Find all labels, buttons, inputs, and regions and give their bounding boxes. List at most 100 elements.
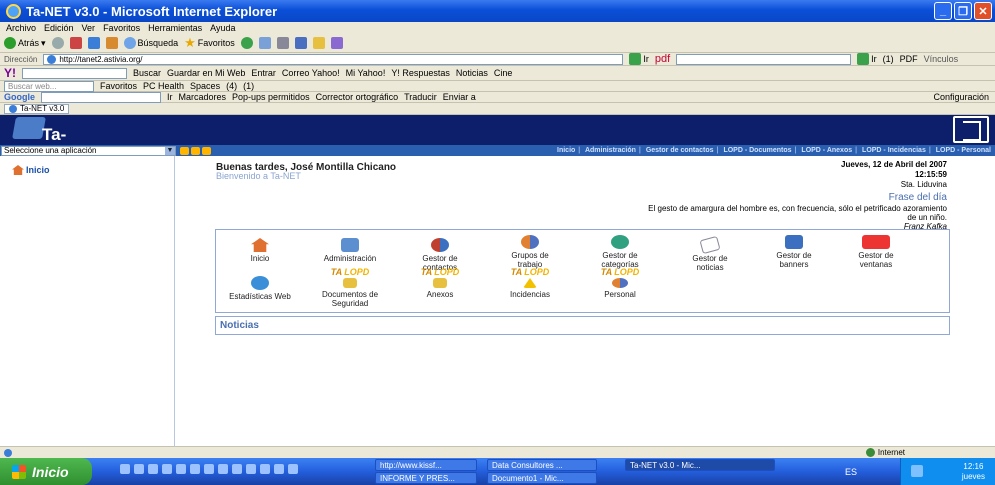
nav-lopd-incidencias[interactable]: LOPD - Incidencias — [862, 147, 926, 154]
tile-incidencias[interactable]: TA LOPD Incidencias — [498, 268, 562, 300]
forward-arrow-icon[interactable] — [51, 37, 64, 49]
taskbar-item[interactable]: http://www.kissf... — [375, 459, 477, 471]
tile-administracion[interactable]: Administración — [318, 238, 382, 263]
links-label[interactable]: Vínculos — [924, 54, 959, 64]
news-button[interactable]: Noticias — [456, 68, 488, 78]
sidebar-item-inicio[interactable]: Inicio — [12, 165, 50, 175]
google-settings-button[interactable]: Configuración — [933, 92, 989, 102]
back-button[interactable]: Atrás ▾ — [4, 37, 46, 49]
msn-mail-count[interactable]: (4) — [226, 81, 237, 91]
quick-launch-icon[interactable] — [190, 464, 200, 474]
send-to-button[interactable]: Enviar a — [443, 92, 476, 102]
search-button[interactable]: Búsqueda — [123, 37, 178, 49]
pdf-search-input[interactable] — [676, 53, 852, 65]
nav-inicio[interactable]: Inicio — [557, 147, 575, 154]
tanet-logo[interactable]: Ta-NET — [12, 117, 76, 164]
yahoo-logo[interactable]: Y! — [4, 66, 16, 80]
tile-inicio[interactable]: Inicio — [228, 238, 292, 263]
nav-lopd-personal[interactable]: LOPD - Personal — [936, 147, 991, 154]
home-nav-icon[interactable] — [180, 146, 189, 155]
nav-gestor-contactos[interactable]: Gestor de contactos — [646, 147, 714, 154]
users-nav-icon[interactable] — [191, 146, 200, 155]
quick-launch-icon[interactable] — [274, 464, 284, 474]
folder-icon[interactable] — [312, 37, 325, 49]
quick-launch-icon[interactable] — [232, 464, 242, 474]
clock[interactable]: 12:16 jueves — [962, 462, 985, 482]
menu-edicion[interactable]: Edición — [44, 23, 74, 33]
quick-launch-icon[interactable] — [204, 464, 214, 474]
translate-button[interactable]: Traducir — [404, 92, 437, 102]
quick-launch-icon[interactable] — [134, 464, 144, 474]
favorites-button[interactable]: ★ Favoritos — [184, 35, 235, 51]
spellcheck-button[interactable]: Corrector ortográfico — [316, 92, 399, 102]
web-search-input[interactable]: Buscar web... — [4, 80, 94, 92]
yahoo-search-input[interactable] — [22, 67, 127, 79]
messenger-icon[interactable] — [330, 37, 343, 49]
taskbar-item[interactable]: Documento1 - Mic... — [487, 472, 597, 484]
tab-current[interactable]: Ta-NET v3.0 — [4, 103, 70, 114]
tile-gestor-noticias[interactable]: Gestor de noticias — [678, 235, 742, 272]
tile-anexos[interactable]: TA LOPD Anexos — [408, 268, 472, 300]
tile-gestor-ventanas[interactable]: Gestor de ventanas — [844, 235, 908, 269]
go-button[interactable]: Ir — [629, 53, 649, 65]
nav-lopd-anexos[interactable]: LOPD - Anexos — [801, 147, 852, 154]
start-button[interactable]: Inicio — [0, 458, 92, 485]
menu-ayuda[interactable]: Ayuda — [210, 23, 235, 33]
pc-health-button[interactable]: PC Health — [143, 81, 184, 91]
mail-icon[interactable] — [258, 37, 271, 49]
application-select[interactable]: Seleccione una aplicación ▼ — [1, 145, 176, 156]
taskbar-item[interactable]: INFORME Y PRES... — [375, 472, 477, 484]
tile-grupos-trabajo[interactable]: Grupos de trabajo — [498, 235, 562, 269]
tile-gestor-banners[interactable]: Gestor de banners — [762, 235, 826, 269]
refresh-icon[interactable] — [87, 37, 100, 49]
my-yahoo-button[interactable]: Mi Yahoo! — [346, 68, 386, 78]
quick-launch-icon[interactable] — [218, 464, 228, 474]
answers-button[interactable]: Y! Respuestas — [391, 68, 450, 78]
bookmarks-button[interactable]: Marcadores — [179, 92, 227, 102]
google-search-input[interactable] — [41, 91, 161, 103]
google-go-button[interactable]: Ir — [167, 92, 173, 102]
quick-launch-icon[interactable] — [148, 464, 158, 474]
home-icon[interactable] — [105, 37, 118, 49]
menu-favoritos[interactable]: Favoritos — [103, 23, 140, 33]
tile-personal[interactable]: TA LOPD Personal — [588, 268, 652, 300]
cinema-button[interactable]: Cine — [494, 68, 513, 78]
quick-launch-icon[interactable] — [120, 464, 130, 474]
quick-launch-icon[interactable] — [176, 464, 186, 474]
edit-icon[interactable] — [294, 37, 307, 49]
tile-estadisticas[interactable]: Estadísticas Web — [228, 276, 292, 301]
nav-administracion[interactable]: Administración — [585, 147, 636, 154]
nav-lopd-documentos[interactable]: LOPD - Documentos — [723, 147, 791, 154]
tile-documentos-seguridad[interactable]: TA LOPD Documentos de Seguridad — [318, 268, 382, 309]
yahoo-search-button[interactable]: Buscar — [133, 68, 161, 78]
save-my-web-button[interactable]: Guardar en Mi Web — [167, 68, 245, 78]
taskbar-item-active[interactable]: Ta-NET v3.0 - Mic... — [625, 459, 775, 471]
maximize-button[interactable]: ❐ — [954, 2, 972, 20]
quick-launch-icon[interactable] — [162, 464, 172, 474]
msn-favorites-button[interactable]: Favoritos — [100, 81, 137, 91]
yahoo-mail-button[interactable]: Correo Yahoo! — [282, 68, 340, 78]
pdf-button-label[interactable]: PDF — [900, 54, 918, 64]
address-input[interactable]: http://tanet2.astivia.org/ — [43, 53, 624, 65]
minimize-button[interactable]: _ — [934, 2, 952, 20]
taskbar-item[interactable]: Data Consultores ... — [487, 459, 597, 471]
close-button[interactable]: ✕ — [974, 2, 992, 20]
menu-archivo[interactable]: Archivo — [6, 23, 36, 33]
sign-in-button[interactable]: Entrar — [251, 68, 276, 78]
pdf-go-button[interactable]: Ir — [857, 53, 877, 65]
network-icon[interactable] — [911, 465, 923, 477]
menu-herramientas[interactable]: Herramientas — [148, 23, 202, 33]
stop-icon[interactable] — [69, 37, 82, 49]
tile-gestor-categorias[interactable]: Gestor de categorías — [588, 235, 652, 269]
popups-button[interactable]: Pop-ups permitidos — [232, 92, 310, 102]
quick-launch-icon[interactable] — [288, 464, 298, 474]
logout-nav-icon[interactable] — [202, 146, 211, 155]
msn-alert-count[interactable]: (1) — [243, 81, 254, 91]
quick-launch-icon[interactable] — [246, 464, 256, 474]
print-icon[interactable] — [276, 37, 289, 49]
history-icon[interactable] — [240, 37, 253, 49]
quick-launch-icon[interactable] — [260, 464, 270, 474]
spaces-button[interactable]: Spaces — [190, 81, 220, 91]
menu-ver[interactable]: Ver — [82, 23, 96, 33]
language-indicator[interactable]: ES — [845, 467, 857, 477]
